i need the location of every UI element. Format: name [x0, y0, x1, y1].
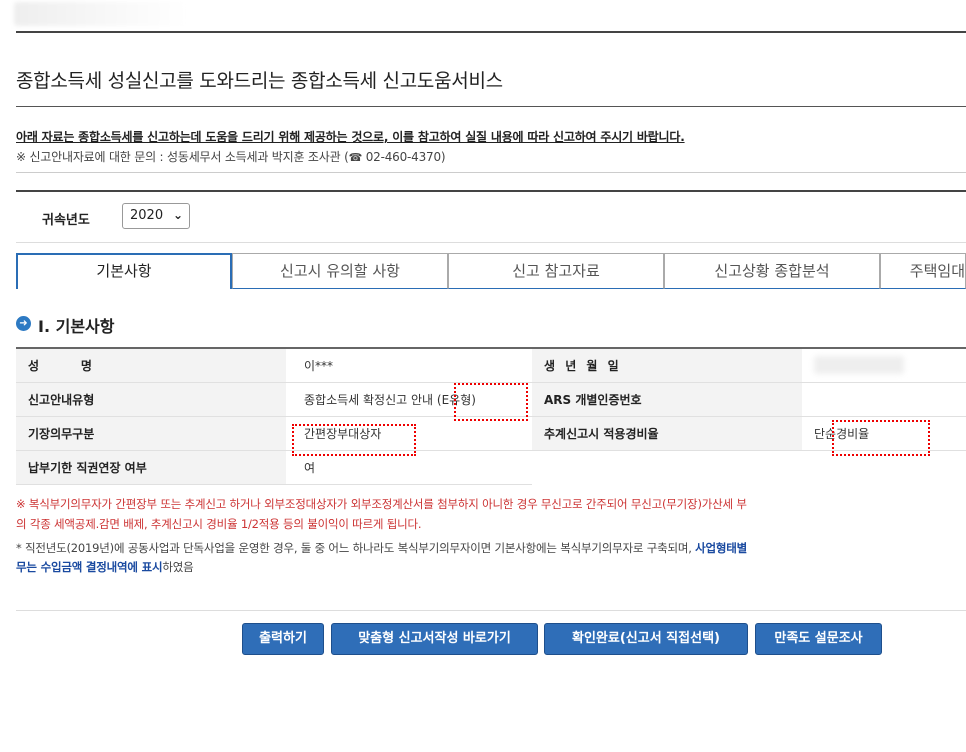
- table-cell-empty: [532, 450, 802, 484]
- table-header-cell: 납부기한 직권연장 여부: [16, 450, 286, 485]
- year-select[interactable]: 2020 ⌄: [122, 203, 190, 229]
- highlight-box: [454, 383, 528, 421]
- table-row: 성 명 이*** 생 년 월 일: [16, 348, 966, 383]
- tab-housing-rental[interactable]: 주택임대: [880, 253, 966, 289]
- table-row: 납부기한 직권연장 여부 여: [16, 450, 966, 485]
- note-line: 의 각종 세액공제.감면 배제, 추계신고시 경비율 1/2적용 등의 불이익이…: [16, 517, 422, 531]
- contact-phone: 02-460-4370: [365, 150, 441, 164]
- site-logo: [14, 2, 186, 26]
- tab-reference-materials[interactable]: 신고 참고자료: [448, 253, 664, 289]
- table-row: 기장의무구분 간편장부대상자 추계신고시 적용경비율 단순경비율: [16, 416, 966, 451]
- tab-basic-info[interactable]: 기본사항: [16, 253, 232, 289]
- tab-label: 신고 참고자료: [512, 262, 600, 280]
- page-title: 종합소득세 성실신고를 도와드리는 종합소득세 신고도움서비스: [16, 70, 503, 92]
- tab-label: 주택임대: [909, 262, 965, 280]
- table-header-cell: 신고안내유형: [16, 382, 286, 417]
- survey-button[interactable]: 만족도 설문조사: [755, 623, 882, 655]
- chevron-down-icon: ⌄: [172, 208, 183, 222]
- note-line: 무는 수입금액 결정내역에 표시하였음: [16, 559, 194, 575]
- note-emphasis: 사업형태별: [695, 541, 748, 555]
- note-emphasis: 무는 수입금액 결정내역에 표시: [16, 560, 163, 574]
- tab-filing-analysis[interactable]: 신고상황 종합분석: [664, 253, 880, 289]
- table-header-cell: 생 년 월 일: [532, 348, 802, 383]
- arrow-right-icon: ➜: [16, 316, 31, 331]
- notice-text: 아래 자료는 종합소득세를 신고하는데 도움을 드리기 위해 제공하는 것으로,…: [16, 130, 685, 144]
- tab-label: 신고시 유의할 사항: [280, 262, 400, 280]
- contact-suffix: ): [440, 150, 446, 164]
- tab-label: 신고상황 종합분석: [714, 262, 830, 280]
- phone-icon: ☎: [348, 151, 363, 164]
- table-header-cell: 성 명: [16, 348, 286, 383]
- note-text: * 직전년도(2019년)에 공동사업과 단독사업을 운영한 경우, 둘 중 어…: [16, 541, 696, 555]
- contact-label: ※ 신고안내자료에 대한 문의 : 성동세무서 소득세과 박지훈 조사관 (: [16, 150, 349, 164]
- year-selected-value: 2020: [130, 208, 164, 223]
- table-header-cell: ARS 개별인증번호: [532, 382, 802, 417]
- note-line: * 직전년도(2019년)에 공동사업과 단독사업을 운영한 경우, 둘 중 어…: [16, 540, 747, 556]
- tab-bar: 기본사항 신고시 유의할 사항 신고 참고자료 신고상황 종합분석 주택임대: [16, 253, 966, 289]
- table-cell: 이***: [286, 348, 532, 383]
- note-line: ※ 복식부기의무자가 간편장부 또는 추계신고 하거나 외부조정대상자가 외부조…: [16, 497, 747, 511]
- redacted-birthdate: [814, 356, 904, 375]
- year-label: 귀속년도: [42, 213, 90, 228]
- highlight-box: [832, 420, 930, 456]
- title-divider: [16, 106, 966, 107]
- table-header-cell: 기장의무구분: [16, 416, 286, 451]
- custom-filing-button[interactable]: 맞춤형 신고서작성 바로가기: [331, 623, 538, 655]
- confirm-button[interactable]: 확인완료(신고서 직접선택): [544, 623, 748, 655]
- tab-filing-cautions[interactable]: 신고시 유의할 사항: [232, 253, 448, 289]
- highlight-box: [292, 424, 416, 456]
- note-text: 하였음: [162, 560, 194, 574]
- tab-label: 기본사항: [96, 262, 152, 280]
- print-button[interactable]: 출력하기: [242, 623, 324, 655]
- table-header-cell: 추계신고시 적용경비율: [532, 416, 802, 451]
- button-divider: [16, 610, 966, 611]
- table-cell: [802, 382, 966, 417]
- section-title: Ⅰ. 기본사항: [38, 317, 115, 336]
- table-cell: [802, 348, 966, 383]
- header-divider: [16, 31, 966, 33]
- contact-info: ※ 신고안내자료에 대한 문의 : 성동세무서 소득세과 박지훈 조사관 (☎ …: [16, 148, 966, 173]
